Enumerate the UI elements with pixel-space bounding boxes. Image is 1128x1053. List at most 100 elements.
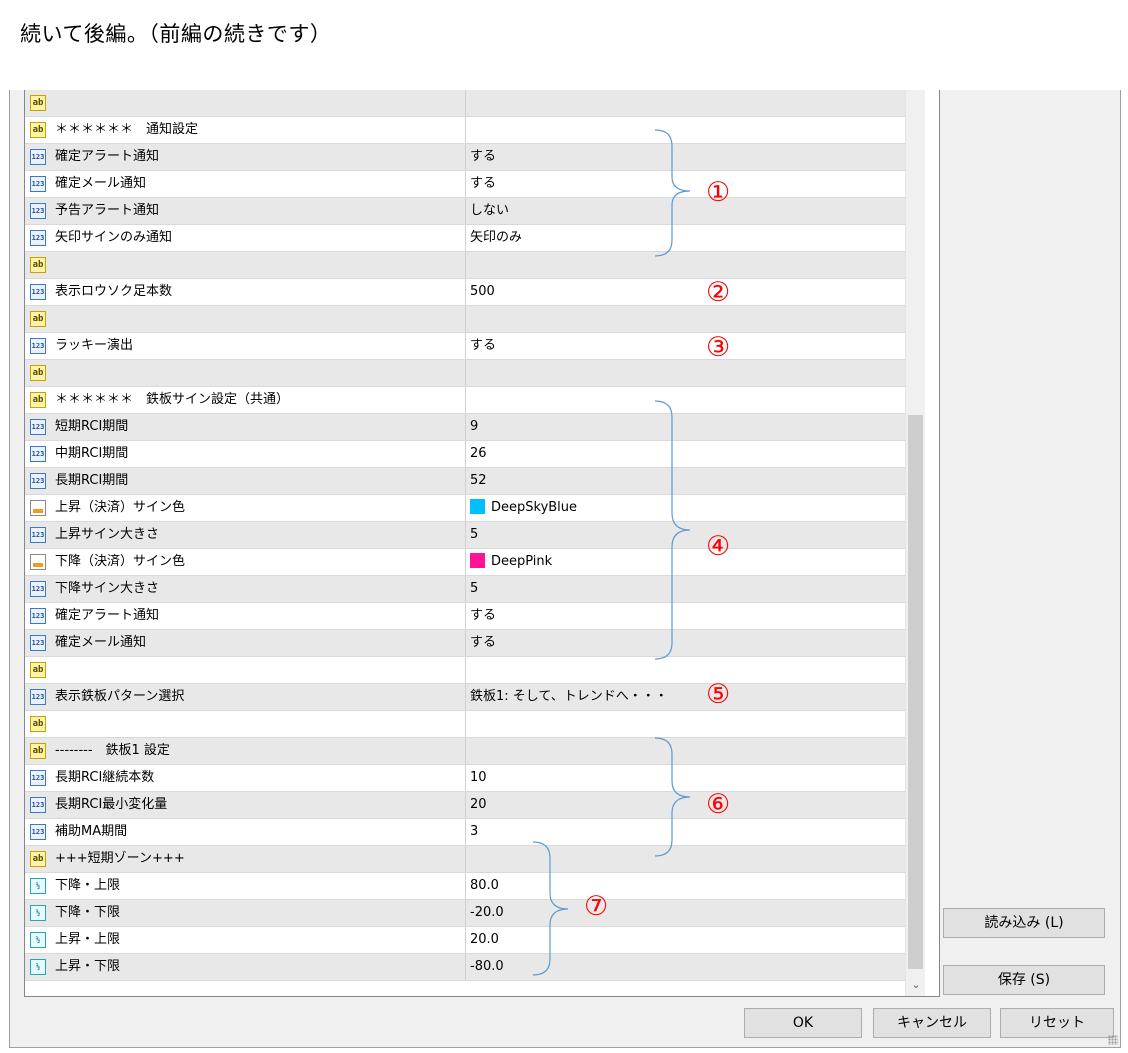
resize-grip-icon[interactable]: [1108, 1035, 1118, 1045]
property-value-cell[interactable]: 3: [470, 819, 478, 845]
table-row[interactable]: 123 長期RCI最小変化量 20: [25, 792, 905, 819]
table-row[interactable]: 123 中期RCI期間 26: [25, 441, 905, 468]
vertical-scrollbar[interactable]: ⌄: [905, 90, 925, 996]
color-type-icon: [30, 554, 46, 570]
table-row[interactable]: 123 ラッキー演出 する: [25, 333, 905, 360]
property-label: 上昇・上限: [55, 932, 121, 947]
property-value-cell[interactable]: DeepSkyBlue: [470, 495, 577, 521]
table-row[interactable]: 123 確定アラート通知 する: [25, 603, 905, 630]
table-row[interactable]: 123 予告アラート通知 しない: [25, 198, 905, 225]
table-row[interactable]: 123 補助MA期間 3: [25, 819, 905, 846]
property-value-cell[interactable]: 26: [470, 441, 487, 467]
reset-button[interactable]: リセット: [1000, 1008, 1114, 1038]
annotation-2: ②: [706, 277, 731, 308]
table-row[interactable]: 123 上昇サイン大きさ 5: [25, 522, 905, 549]
property-name-cell: ½ 上昇・下限: [25, 954, 466, 980]
property-label: 下降・上限: [55, 878, 121, 893]
property-value-cell[interactable]: 500: [470, 279, 495, 305]
table-row[interactable]: 123 矢印サインのみ通知 矢印のみ: [25, 225, 905, 252]
property-value: 矢印のみ: [470, 230, 523, 245]
table-row[interactable]: ½ 上昇・下限 -80.0: [25, 954, 905, 981]
property-value-cell[interactable]: 10: [470, 765, 487, 791]
table-row[interactable]: 123 確定メール通知 する: [25, 630, 905, 657]
table-row[interactable]: ab: [25, 711, 905, 738]
property-name-cell: 123 上昇サイン大きさ: [25, 522, 466, 548]
table-row[interactable]: 123 確定アラート通知 する: [25, 144, 905, 171]
property-value-cell[interactable]: 20.0: [470, 927, 499, 953]
annotation-5: ⑤: [706, 679, 731, 710]
property-value-cell[interactable]: する: [470, 144, 496, 170]
property-value-cell[interactable]: -80.0: [470, 954, 504, 980]
table-row[interactable]: 123 確定メール通知 する: [25, 171, 905, 198]
property-value-cell[interactable]: しない: [470, 198, 509, 224]
property-value-cell[interactable]: する: [470, 171, 496, 197]
color-swatch: [470, 553, 485, 568]
property-value-cell[interactable]: する: [470, 333, 496, 359]
property-name-cell: 123 長期RCI期間: [25, 468, 466, 494]
table-row[interactable]: ab -------- 鉄板1 設定: [25, 738, 905, 765]
table-row[interactable]: 123 長期RCI期間 52: [25, 468, 905, 495]
property-value-cell[interactable]: 52: [470, 468, 487, 494]
scroll-down-icon[interactable]: ⌄: [909, 978, 923, 992]
table-row[interactable]: ab: [25, 90, 905, 117]
table-row[interactable]: ab +++短期ゾーン+++: [25, 846, 905, 873]
integer-type-icon: 123: [30, 446, 46, 462]
property-value-cell[interactable]: 9: [470, 414, 478, 440]
property-name-cell: 123 下降サイン大きさ: [25, 576, 466, 602]
property-value: 鉄板1: そして、トレンドへ・・・: [470, 689, 668, 704]
scrollbar-thumb[interactable]: [908, 415, 923, 969]
property-value-cell[interactable]: -20.0: [470, 900, 504, 926]
property-name-cell: ab: [25, 252, 466, 278]
table-row[interactable]: ab: [25, 360, 905, 387]
table-row[interactable]: ab ＊＊＊＊＊＊ 鉄板サイン設定（共通）: [25, 387, 905, 414]
table-row[interactable]: ½ 下降・上限 80.0: [25, 873, 905, 900]
integer-type-icon: 123: [30, 824, 46, 840]
integer-type-icon: 123: [30, 338, 46, 354]
color-swatch: [470, 499, 485, 514]
table-row[interactable]: ½ 上昇・上限 20.0: [25, 927, 905, 954]
table-row[interactable]: ab: [25, 306, 905, 333]
property-label: ラッキー演出: [55, 338, 134, 353]
save-button[interactable]: 保存 (S): [943, 965, 1105, 995]
table-row[interactable]: ab: [25, 657, 905, 684]
table-row[interactable]: 123 表示鉄板パターン選択 鉄板1: そして、トレンドへ・・・: [25, 684, 905, 711]
double-type-icon: ½: [30, 905, 46, 921]
string-type-icon: ab: [30, 122, 46, 138]
ok-button[interactable]: OK: [744, 1008, 862, 1038]
table-row[interactable]: ab: [25, 252, 905, 279]
property-value-cell[interactable]: する: [470, 603, 496, 629]
table-row[interactable]: 123 長期RCI継続本数 10: [25, 765, 905, 792]
table-row[interactable]: ab ＊＊＊＊＊＊ 通知設定: [25, 117, 905, 144]
property-value: する: [470, 176, 497, 191]
property-value-cell[interactable]: 20: [470, 792, 487, 818]
table-row[interactable]: 下降（決済）サイン色 DeepPink: [25, 549, 905, 576]
property-label: 矢印サインのみ通知: [55, 230, 173, 245]
table-row[interactable]: 123 短期RCI期間 9: [25, 414, 905, 441]
property-value-cell[interactable]: 80.0: [470, 873, 499, 899]
property-label: 上昇サイン大きさ: [55, 527, 160, 542]
color-type-icon: [30, 500, 46, 516]
property-value-cell[interactable]: 鉄板1: そして、トレンドへ・・・: [470, 684, 668, 710]
property-name-cell: 123 ラッキー演出: [25, 333, 466, 359]
property-value-cell[interactable]: する: [470, 630, 496, 656]
property-value: 52: [470, 473, 487, 488]
property-grid[interactable]: ab ab ＊＊＊＊＊＊ 通知設定 123 確定アラート通知 する 123 確定メール通知 する…: [24, 90, 940, 997]
table-row[interactable]: 上昇（決済）サイン色 DeepSkyBlue: [25, 495, 905, 522]
property-value-cell[interactable]: 5: [470, 522, 478, 548]
property-value: 5: [470, 581, 479, 596]
property-value-cell[interactable]: DeepPink: [470, 549, 552, 575]
integer-type-icon: 123: [30, 635, 46, 651]
property-name-cell: 123 予告アラート通知: [25, 198, 466, 224]
property-value-cell[interactable]: 矢印のみ: [470, 225, 522, 251]
table-row[interactable]: ½ 下降・下限 -20.0: [25, 900, 905, 927]
property-value-cell[interactable]: 5: [470, 576, 478, 602]
integer-type-icon: 123: [30, 608, 46, 624]
property-label: 上昇・下限: [55, 959, 121, 974]
cancel-button[interactable]: キャンセル: [873, 1008, 991, 1038]
load-button[interactable]: 読み込み (L): [943, 908, 1105, 938]
table-row[interactable]: 123 下降サイン大きさ 5: [25, 576, 905, 603]
integer-type-icon: 123: [30, 689, 46, 705]
table-row[interactable]: 123 表示ロウソク足本数 500: [25, 279, 905, 306]
properties-dialog: ab ab ＊＊＊＊＊＊ 通知設定 123 確定アラート通知 する 123 確定メール通知 する…: [9, 90, 1121, 1048]
string-type-icon: ab: [30, 392, 46, 408]
